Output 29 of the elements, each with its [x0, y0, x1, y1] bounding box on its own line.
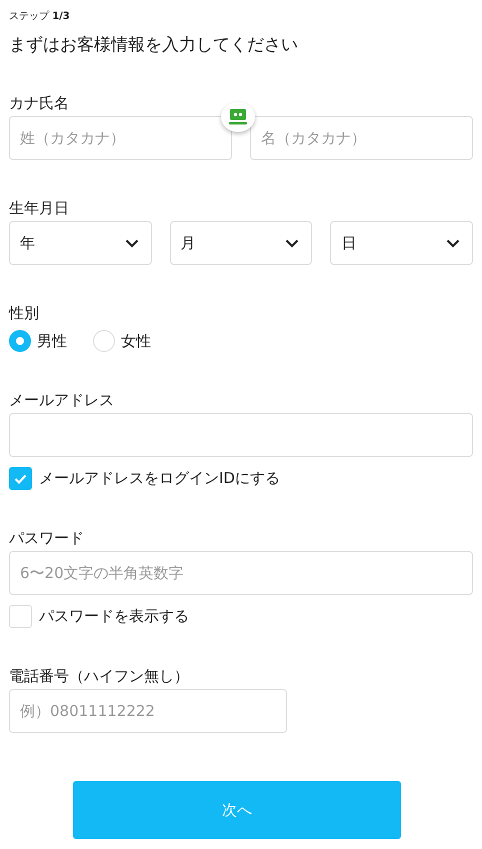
- chevron-down-icon: [124, 238, 139, 248]
- page-title: まずはお客様情報を入力してください: [9, 34, 298, 56]
- select-dropdown[interactable]: 月: [170, 221, 312, 265]
- select-dropdown[interactable]: 日: [330, 221, 474, 265]
- checkbox-label[interactable]: メールアドレスをログインIDにする: [39, 469, 280, 488]
- field-label: パスワード: [9, 529, 84, 549]
- radio-label[interactable]: 男性: [37, 332, 67, 350]
- select-dropdown[interactable]: 年: [9, 221, 152, 265]
- radio-button[interactable]: [9, 330, 31, 352]
- text-field[interactable]: 名（カタカナ）: [250, 116, 473, 160]
- step-indicator: ステップ 1/3: [9, 10, 70, 23]
- field-label: 性別: [9, 304, 39, 324]
- field-label: メールアドレス: [9, 391, 114, 411]
- text-field[interactable]: 6〜20文字の半角英数字: [9, 551, 473, 595]
- radio-label[interactable]: 女性: [121, 332, 151, 350]
- radio-button[interactable]: [93, 330, 115, 352]
- checkbox[interactable]: [9, 467, 32, 490]
- field-label: 電話番号（ハイフン無し）: [9, 667, 189, 687]
- checkbox[interactable]: [9, 605, 32, 628]
- chevron-down-icon: [446, 238, 460, 248]
- field-label: 生年月日: [9, 199, 69, 219]
- text-field[interactable]: 例）08011112222: [9, 689, 287, 733]
- chevron-down-icon: [285, 238, 300, 248]
- autofill-badge[interactable]: [221, 102, 255, 132]
- checkmark-icon: [14, 474, 27, 484]
- text-field[interactable]: 姓（カタカナ）: [9, 116, 232, 160]
- text-field[interactable]: [9, 413, 473, 457]
- checkbox-label[interactable]: パスワードを表示する: [39, 607, 189, 626]
- field-label: カナ氏名: [9, 94, 69, 114]
